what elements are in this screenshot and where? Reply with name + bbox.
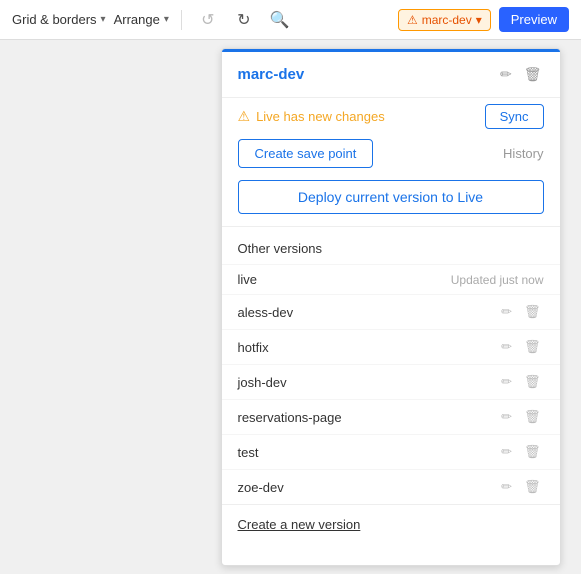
list-item[interactable]: aless-dev✏🗑: [222, 294, 560, 329]
version-edit-icon[interactable]: ✏: [498, 407, 515, 427]
version-delete-icon[interactable]: 🗑: [521, 477, 544, 497]
grid-borders-group[interactable]: Grid & borders ▾: [12, 12, 106, 27]
undo-button[interactable]: ↺: [194, 6, 222, 34]
version-edit-icon[interactable]: ✏: [498, 337, 515, 357]
deploy-button[interactable]: Deploy current version to Live: [238, 180, 544, 214]
live-changes-text: Live has new changes: [256, 109, 479, 124]
panel-divider: [222, 226, 560, 227]
grid-borders-chevron-icon: ▾: [101, 14, 106, 25]
panel-header: marc-dev ✏ 🗑: [222, 52, 560, 98]
alert-badge[interactable]: ⚠ marc-dev ▾: [398, 9, 491, 31]
list-item[interactable]: zoe-dev✏🗑: [222, 469, 560, 504]
alert-icon: ⚠: [407, 13, 418, 27]
delete-icon[interactable]: 🗑: [522, 64, 544, 85]
versions-list: liveUpdated just nowaless-dev✏🗑hotfix✏🗑j…: [222, 264, 560, 504]
panel-actions-row: Create save point History: [222, 139, 560, 180]
version-delete-icon[interactable]: 🗑: [521, 372, 544, 392]
version-action-icons: ✏🗑: [498, 477, 543, 497]
version-action-icons: ✏🗑: [498, 442, 543, 462]
version-delete-icon[interactable]: 🗑: [521, 407, 544, 427]
create-save-point-button[interactable]: Create save point: [238, 139, 374, 168]
version-updated: Updated just now: [451, 273, 544, 287]
version-edit-icon[interactable]: ✏: [498, 442, 515, 462]
other-versions-label: Other versions: [222, 235, 560, 264]
version-delete-icon[interactable]: 🗑: [521, 442, 544, 462]
version-name: aless-dev: [238, 305, 499, 320]
version-delete-icon[interactable]: 🗑: [521, 302, 544, 322]
version-edit-icon[interactable]: ✏: [498, 302, 515, 322]
list-item[interactable]: test✏🗑: [222, 434, 560, 469]
preview-button[interactable]: Preview: [499, 7, 569, 32]
sync-button[interactable]: Sync: [485, 104, 544, 129]
list-item[interactable]: reservations-page✏🗑: [222, 399, 560, 434]
version-name: test: [238, 445, 499, 460]
version-name: zoe-dev: [238, 480, 499, 495]
panel-alert-row: ⚠ Live has new changes Sync: [222, 98, 560, 139]
search-button[interactable]: 🔍: [266, 6, 294, 34]
version-edit-icon[interactable]: ✏: [498, 477, 515, 497]
version-action-icons: ✏🗑: [498, 372, 543, 392]
list-item[interactable]: hotfix✏🗑: [222, 329, 560, 364]
redo-button[interactable]: ↻: [230, 6, 258, 34]
version-name: josh-dev: [238, 375, 499, 390]
main-content: marc-dev ✏ 🗑 ⚠ Live has new changes Sync…: [0, 40, 581, 574]
alert-chevron-icon: ▾: [476, 13, 482, 27]
list-item[interactable]: live Updated just now: [222, 264, 560, 294]
version-name: live: [238, 272, 443, 287]
arrange-chevron-icon: ▾: [164, 14, 169, 25]
versions-panel: marc-dev ✏ 🗑 ⚠ Live has new changes Sync…: [221, 48, 561, 566]
version-action-icons: ✏🗑: [498, 407, 543, 427]
toolbar-divider-1: [181, 10, 182, 30]
grid-borders-label: Grid & borders: [12, 12, 97, 27]
edit-icon[interactable]: ✏: [498, 64, 514, 85]
create-new-version-link[interactable]: Create a new version: [222, 504, 560, 544]
live-changes-warning-icon: ⚠: [238, 108, 251, 125]
arrange-label: Arrange: [114, 12, 160, 27]
toolbar: Grid & borders ▾ Arrange ▾ ↺ ↻ 🔍 ⚠ marc-…: [0, 0, 581, 40]
version-edit-icon[interactable]: ✏: [498, 372, 515, 392]
arrange-group[interactable]: Arrange ▾: [114, 12, 169, 27]
alert-label: marc-dev: [422, 13, 472, 27]
version-name: hotfix: [238, 340, 499, 355]
panel-header-icons: ✏ 🗑: [498, 64, 544, 85]
version-delete-icon[interactable]: 🗑: [521, 337, 544, 357]
panel-title: marc-dev: [238, 66, 498, 83]
version-action-icons: ✏🗑: [498, 302, 543, 322]
version-action-icons: ✏🗑: [498, 337, 543, 357]
history-link[interactable]: History: [503, 146, 543, 161]
version-name: reservations-page: [238, 410, 499, 425]
list-item[interactable]: josh-dev✏🗑: [222, 364, 560, 399]
